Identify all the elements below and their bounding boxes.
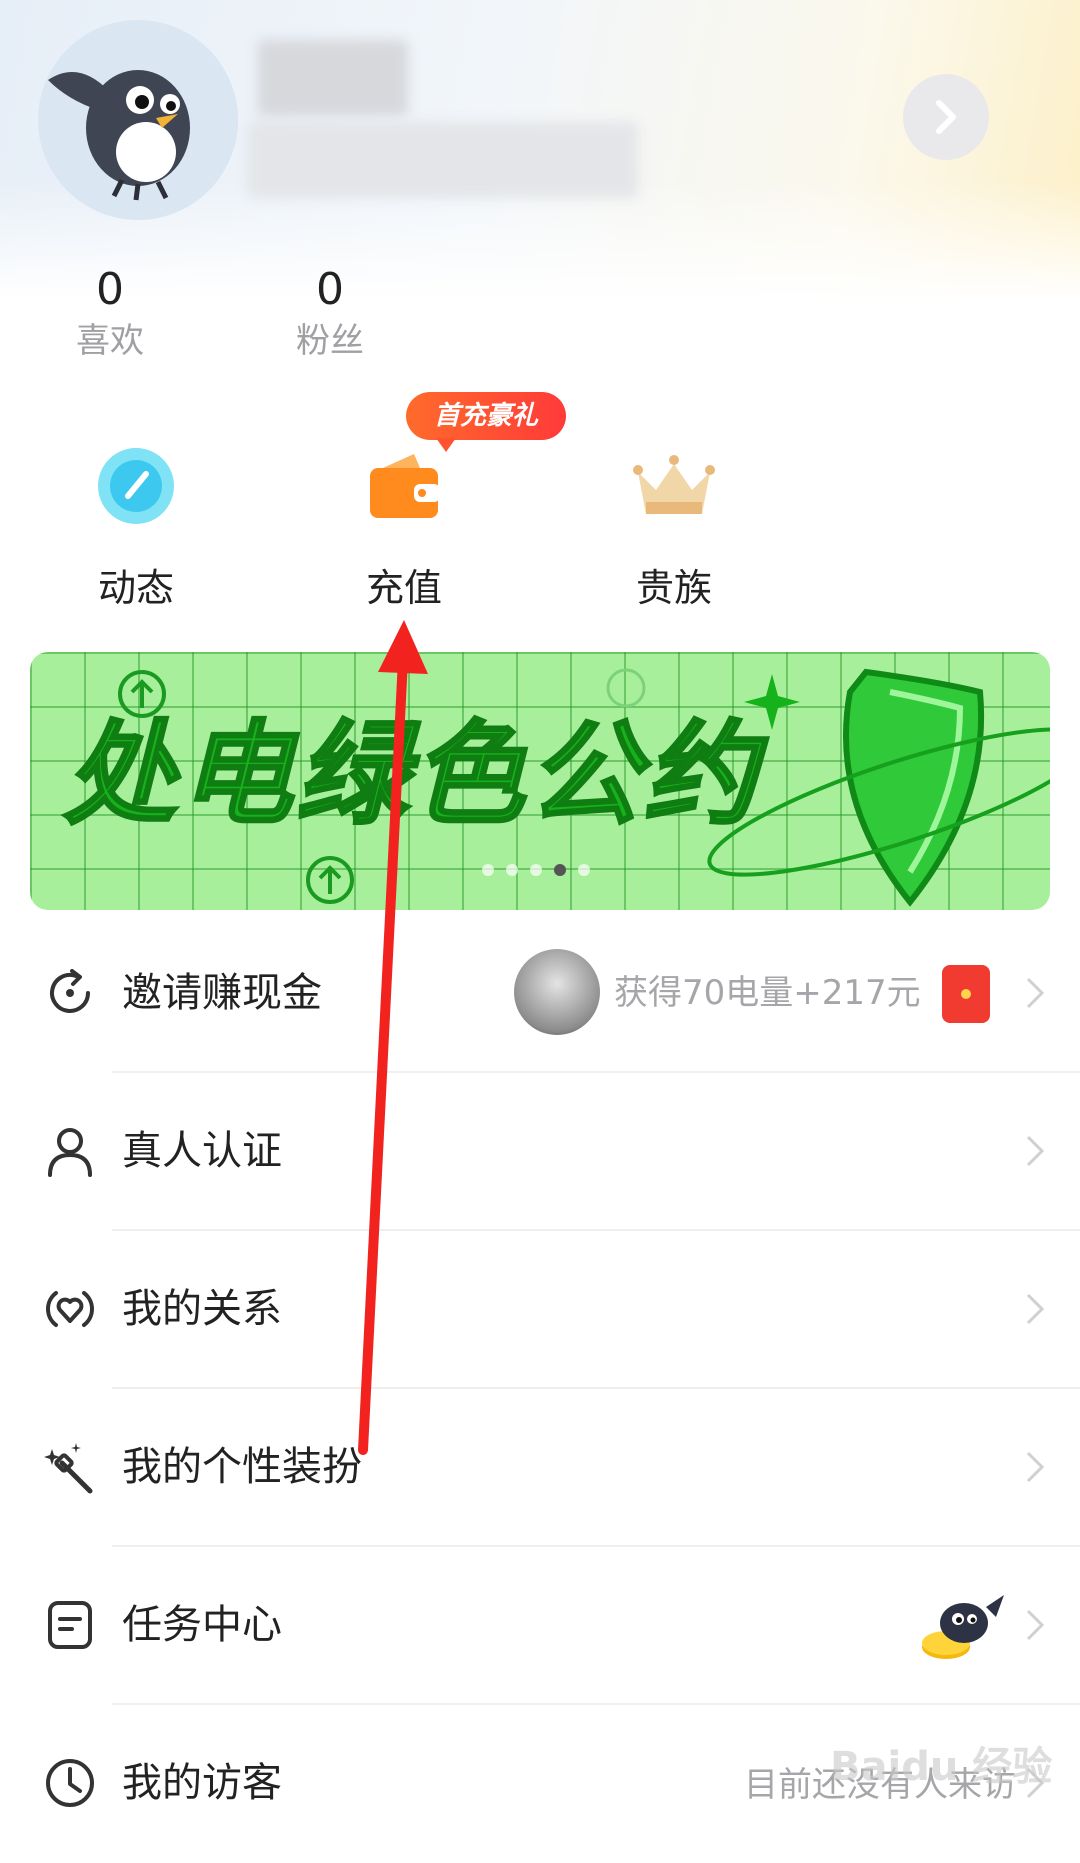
shortcut-recharge[interactable]: 充值 [314,438,494,612]
penguin-coin-icon [922,1595,1004,1659]
chevron-right-icon [1026,1135,1045,1167]
menu-invite-cash[interactable]: 邀请赚现金 获得70电量+217元 [0,915,1080,1073]
refresh-share-icon [50,969,90,1013]
fans-count: 0 [316,264,344,315]
task-list-icon [48,1601,92,1649]
menu-invite-cash-label: 邀请赚现金 [122,970,322,1016]
crown-icon [626,438,722,534]
stat-likes[interactable]: 0 喜欢 [40,262,180,364]
penguin-avatar-image [48,70,190,201]
profile-detail-button[interactable] [903,74,989,160]
likes-label: 喜欢 [76,321,144,361]
chevron-right-icon [1026,977,1045,1009]
chevron-right-icon [1026,1451,1045,1483]
menu-my-dressup-label: 我的个性装扮 [122,1444,362,1490]
menu-my-relations[interactable]: 我的关系 [0,1231,1080,1389]
chevron-right-icon [1026,1609,1045,1641]
menu-my-relations-label: 我的关系 [122,1286,282,1332]
baidu-watermark: Baidu 经验 [830,1744,1053,1790]
menu-my-visitors-label: 我的访客 [122,1760,282,1806]
banner-dot[interactable] [530,864,542,876]
menu-task-center[interactable]: 任务中心 [0,1547,1080,1705]
user-info-blurred [248,122,638,198]
shortcut-activity[interactable]: 动态 [46,438,226,612]
promo-banner[interactable]: 处电绿色公约 [30,652,1050,910]
person-icon [48,1128,92,1177]
avatar[interactable] [38,20,238,220]
red-envelope-icon [942,965,990,1023]
menu-real-person-verify-label: 真人认证 [122,1128,282,1174]
banner-dot-active[interactable] [554,864,566,876]
chevron-right-icon [1026,1293,1045,1325]
activity-icon [88,438,184,534]
wallet-icon [356,438,452,534]
shortcut-nobility-label: 贵族 [635,566,712,610]
banner-dot[interactable] [506,864,518,876]
menu-task-center-label: 任务中心 [122,1602,282,1648]
inviter-avatar [514,949,600,1035]
stat-fans[interactable]: 0 粉丝 [260,262,400,364]
banner-dot[interactable] [482,864,494,876]
banner-title: 处电绿色公约 [63,709,760,842]
invite-reward-text: 获得70电量+217元 [614,973,921,1013]
shortcut-recharge-label: 充值 [365,566,442,610]
magic-wand-icon [44,1443,93,1494]
shortcut-activity-label: 动态 [97,566,174,610]
fans-label: 粉丝 [296,321,364,361]
banner-pagination [482,864,590,876]
first-recharge-badge: 首充豪礼 [406,392,566,452]
banner-dot[interactable] [578,864,590,876]
heart-relation-icon [46,1291,94,1327]
likes-count: 0 [96,264,124,315]
username-blurred [258,40,408,116]
clock-icon [46,1759,94,1807]
menu-my-dressup[interactable]: 我的个性装扮 [0,1389,1080,1547]
menu-real-person-verify[interactable]: 真人认证 [0,1073,1080,1231]
shortcut-nobility[interactable]: 贵族 [584,438,764,612]
chevron-right-icon [936,100,956,134]
